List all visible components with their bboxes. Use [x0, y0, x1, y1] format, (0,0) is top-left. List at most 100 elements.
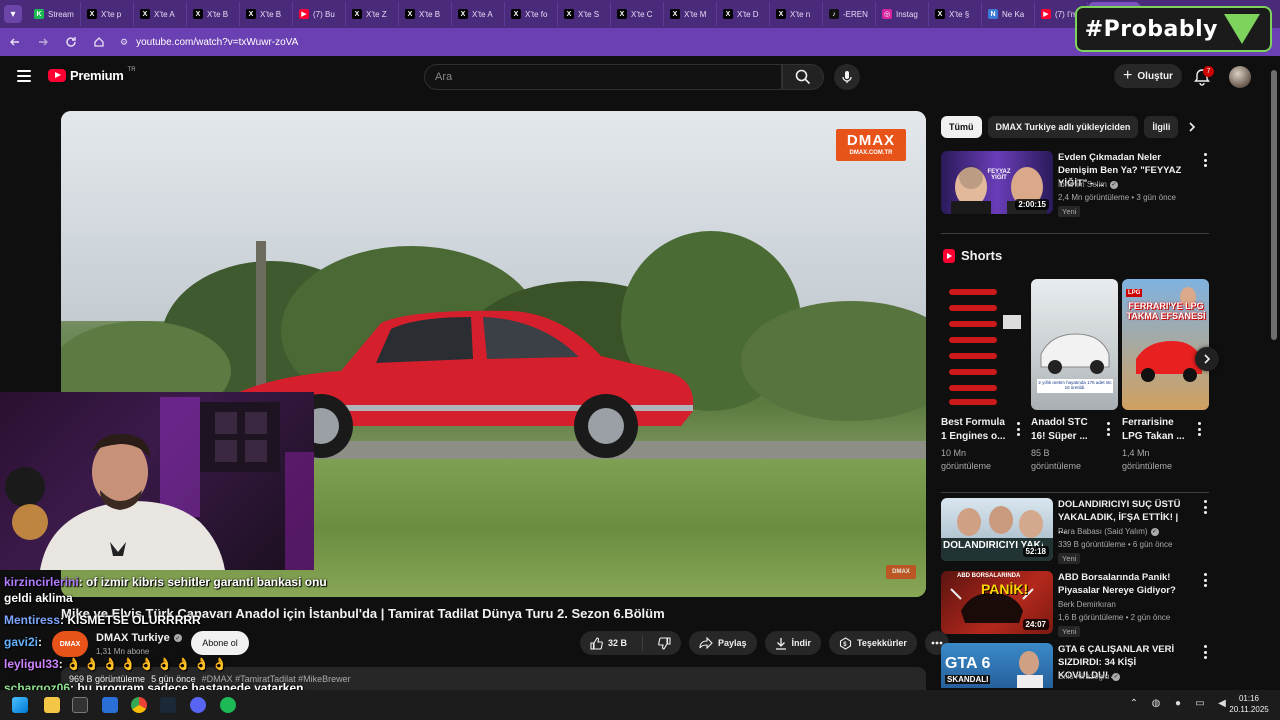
filter-chip[interactable]: Tümü	[941, 116, 982, 138]
download-button[interactable]: İndir	[764, 631, 822, 655]
channel-name[interactable]: Para Babası (Said Yalım)	[1058, 527, 1148, 536]
microphone-icon[interactable]: ●	[1172, 697, 1184, 709]
browser-tab[interactable]: X X'te n	[770, 2, 823, 26]
tray-app-icon[interactable]: ◍	[1150, 697, 1162, 709]
browser-tab-label: X'te B	[260, 9, 282, 19]
more-options-icon[interactable]	[1198, 422, 1202, 436]
page-scrollbar[interactable]	[1271, 58, 1277, 698]
browser-tab[interactable]: X X'te B	[187, 2, 240, 26]
create-button[interactable]: + Oluştur	[1114, 64, 1182, 88]
steam-icon[interactable]	[160, 697, 176, 713]
dislike-button[interactable]	[648, 631, 681, 655]
video-thumbnail[interactable]: GTA 6 SKANDALI	[941, 643, 1053, 688]
browser-tab[interactable]: N Ne Ka	[982, 2, 1035, 26]
scrollbar-thumb[interactable]	[1271, 70, 1277, 340]
short-title[interactable]: Anadol STC 16! Süper ...	[1031, 416, 1103, 444]
recommended-video[interactable]: GTA 6 SKANDALI GTA 6 ÇALIŞANLAR VERİ SIZ…	[941, 643, 1211, 688]
browser-tab[interactable]: X X'te §	[929, 2, 982, 26]
browser-tab-label: X'te B	[419, 9, 441, 19]
reload-icon[interactable]	[64, 35, 78, 49]
video-title[interactable]: ABD Borsalarında Panik! Piyasalar Nereye…	[1058, 571, 1188, 597]
browser-tab[interactable]: K Stream	[28, 2, 81, 26]
subscribe-button[interactable]: Abone ol	[191, 631, 249, 655]
file-explorer-icon[interactable]	[44, 697, 60, 713]
browser-tab[interactable]: X X'te Z	[346, 2, 399, 26]
chevron-right-icon[interactable]	[1186, 121, 1198, 133]
more-options-icon[interactable]	[1203, 153, 1207, 167]
recommended-video[interactable]: ABD BORSALARINDA PANİK! 24:07 ABD Borsal…	[941, 571, 1211, 637]
browser-tab[interactable]: X X'te S	[558, 2, 611, 26]
filter-chip[interactable]: İlgili	[1144, 116, 1179, 138]
browser-tab[interactable]: X X'te fo	[505, 2, 558, 26]
shorts-next-button[interactable]	[1195, 347, 1219, 371]
short-thumbnail[interactable]	[941, 279, 1028, 410]
address-bar[interactable]: ⚙ youtube.com/watch?v=txWuwr-zoVA	[120, 37, 298, 48]
browser-tab-label: X'te n	[790, 9, 811, 19]
spotify-icon[interactable]	[220, 697, 236, 713]
menu-icon[interactable]	[17, 70, 31, 82]
video-channel[interactable]: Para Babası (Said Yalım) ✓	[1058, 527, 1159, 536]
short-view-label: görüntüleme	[941, 461, 992, 471]
channel-name[interactable]: Enis Kirazoglu	[1058, 672, 1109, 681]
more-options-icon[interactable]	[1017, 422, 1021, 436]
browser-tab[interactable]: X X'te D	[717, 2, 770, 26]
home-icon[interactable]	[92, 35, 106, 49]
site-info-icon[interactable]: ⚙	[120, 37, 128, 48]
thanks-button[interactable]: $ Teşekkürler	[829, 631, 917, 655]
chrome-icon[interactable]	[131, 697, 147, 713]
video-channel[interactable]: İbrahim Selim ✓	[1058, 180, 1118, 189]
tab-search-icon[interactable]: ▾	[4, 5, 22, 23]
video-thumbnail[interactable]: FEYYAZ YİĞİT 2:00:15	[941, 151, 1053, 214]
task-view-icon[interactable]	[72, 697, 88, 713]
short-title[interactable]: Ferrarisine LPG Takan ...	[1122, 416, 1194, 444]
video-thumbnail[interactable]: ABD BORSALARINDA PANİK! 24:07	[941, 571, 1053, 634]
mail-icon[interactable]	[102, 697, 118, 713]
chevron-up-icon[interactable]: ⌃	[1128, 697, 1140, 709]
search-input[interactable]: Ara	[424, 64, 782, 90]
share-button[interactable]: Paylaş	[689, 631, 757, 655]
browser-tab[interactable]: X X'te A	[134, 2, 187, 26]
browser-tab[interactable]: ♪ -EREN	[823, 2, 876, 26]
short-thumbnail[interactable]: 2 yıllık üretim hayatında 176 adet stc 1…	[1031, 279, 1118, 410]
chat-username: Mentiress	[4, 613, 61, 627]
back-icon[interactable]	[8, 35, 22, 49]
more-options-icon[interactable]	[1203, 500, 1207, 514]
like-button[interactable]: 32 B	[580, 631, 637, 655]
browser-tab[interactable]: X X'te B	[399, 2, 452, 26]
filter-chip[interactable]: DMAX Turkiye adlı yükleyiciden	[987, 116, 1139, 138]
more-options-icon[interactable]	[1107, 422, 1111, 436]
youtube-logo[interactable]: Premium TR	[48, 67, 136, 83]
channel-name[interactable]: Berk Demirkıran	[1058, 600, 1116, 609]
network-icon[interactable]: ▭	[1194, 697, 1206, 709]
taskbar-clock[interactable]: 01:16 20.11.2025	[1224, 693, 1274, 715]
short-item[interactable]: Best Formula 1 Engines o... 10 Mn görünt…	[941, 279, 1028, 473]
voice-search-button[interactable]	[834, 64, 860, 90]
video-thumbnail[interactable]: DOLANDIRICIYI YAKALAD... 52:18	[941, 498, 1053, 561]
channel-name-row[interactable]: DMAX Turkiye ✓	[96, 632, 182, 644]
account-avatar[interactable]	[1229, 66, 1251, 88]
more-options-icon[interactable]	[1203, 645, 1207, 659]
browser-tab[interactable]: X X'te A	[452, 2, 505, 26]
channel-name[interactable]: DMAX Turkiye	[96, 632, 170, 644]
browser-tab[interactable]: X X'te M	[664, 2, 717, 26]
browser-tab[interactable]: ◎ Instag	[876, 2, 929, 26]
browser-tab[interactable]: X X'te p	[81, 2, 134, 26]
video-channel[interactable]: Enis Kirazoglu ✓	[1058, 672, 1121, 681]
browser-tab[interactable]: ▶ (7) Bu	[293, 2, 346, 26]
short-item[interactable]: 2 yıllık üretim hayatında 176 adet stc 1…	[1031, 279, 1118, 473]
short-title[interactable]: Best Formula 1 Engines o...	[941, 416, 1013, 444]
video-channel[interactable]: Berk Demirkıran	[1058, 600, 1116, 609]
channel-name[interactable]: İbrahim Selim	[1058, 180, 1107, 189]
channel-avatar[interactable]: DMAX	[52, 631, 88, 657]
more-options-icon[interactable]	[1203, 573, 1207, 587]
browser-tab[interactable]: X X'te C	[611, 2, 664, 26]
short-item[interactable]: LPG FERRARI'YE LPG TAKMA EFSANESİ Ferrar…	[1122, 279, 1209, 473]
start-icon[interactable]	[12, 697, 28, 713]
discord-icon[interactable]	[190, 697, 206, 713]
forward-icon[interactable]	[36, 35, 50, 49]
short-thumbnail[interactable]: LPG FERRARI'YE LPG TAKMA EFSANESİ	[1122, 279, 1209, 410]
recommended-video[interactable]: FEYYAZ YİĞİT 2:00:15 Evden Çıkmadan Nele…	[941, 151, 1211, 217]
browser-tab[interactable]: X X'te B	[240, 2, 293, 26]
recommended-video[interactable]: DOLANDIRICIYI YAKALAD... 52:18 DOLANDIRI…	[941, 498, 1211, 564]
search-button[interactable]	[782, 64, 824, 90]
